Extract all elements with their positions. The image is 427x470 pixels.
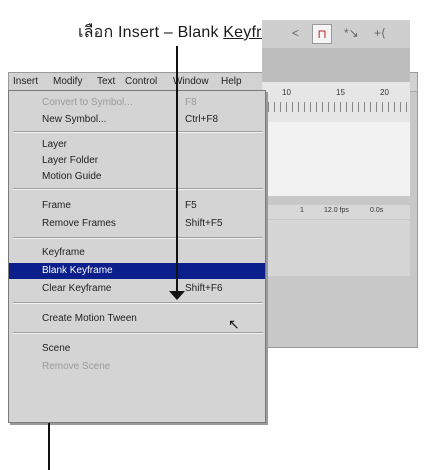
menu-control[interactable]: Control — [125, 76, 157, 87]
smooth-icon[interactable]: *↘ — [344, 26, 359, 40]
menu-insert[interactable]: Insert — [13, 76, 38, 87]
menu-item-label: Create Motion Tween — [42, 313, 137, 324]
callout-line — [176, 46, 178, 296]
ruler-number: 10 — [282, 88, 291, 97]
menu-modify[interactable]: Modify — [53, 76, 82, 87]
toolbar: < ⊓ *↘ +⟨ — [262, 20, 410, 48]
menu-text[interactable]: Text — [97, 76, 115, 87]
menu-separator — [13, 131, 263, 133]
menu-item-shortcut: F8 — [185, 97, 197, 108]
menu-item-label: Layer Folder — [42, 155, 99, 166]
menu-item-layer[interactable]: Layer — [9, 137, 265, 153]
menu-item-create-motion-tween[interactable]: Create Motion Tween — [9, 311, 265, 327]
menu-item-blank-keyframe[interactable]: Blank Keyframe — [9, 263, 265, 279]
menu-item-shortcut: F5 — [185, 200, 197, 211]
menu-item-motion-guide[interactable]: Motion Guide — [9, 169, 265, 185]
timeline-ruler: 10 15 20 — [262, 82, 410, 122]
menu-item-label: Blank Keyframe — [42, 265, 113, 276]
callout-arrowhead — [169, 291, 185, 300]
menu-item-clear-keyframe[interactable]: Clear Keyframe Shift+F6 — [9, 281, 265, 297]
snap-icon[interactable]: ⊓ — [312, 24, 332, 44]
ruler-number: 15 — [336, 88, 345, 97]
menu-item-frame[interactable]: Frame F5 — [9, 198, 265, 214]
menu-item-label: New Symbol... — [42, 114, 107, 125]
insert-menu-dropdown: Convert to Symbol... F8 New Symbol... Ct… — [8, 90, 266, 423]
menu-item-label: Clear Keyframe — [42, 283, 112, 294]
timeline-frames[interactable] — [262, 122, 410, 196]
menu-item-label: Motion Guide — [42, 171, 102, 182]
menu-item-convert-to-symbol: Convert to Symbol... F8 — [9, 95, 265, 111]
menu-item-label: Keyframe — [42, 247, 85, 258]
menu-item-scene[interactable]: Scene — [9, 341, 265, 357]
menu-window[interactable]: Window — [173, 76, 209, 87]
timeline-header — [262, 48, 410, 82]
menu-item-shortcut: Shift+F6 — [185, 283, 223, 294]
menu-item-label: Remove Frames — [42, 218, 116, 229]
menu-item-label: Layer — [42, 139, 68, 150]
timeline-status: 1 12.0 fps 0.0s — [262, 205, 410, 219]
menu-separator — [13, 188, 263, 190]
menu-item-label: Frame — [42, 200, 71, 211]
menu-item-keyframe[interactable]: Keyframe — [9, 245, 265, 261]
menu-separator — [13, 237, 263, 239]
stage-area — [262, 220, 410, 276]
frame-rate: 12.0 fps — [324, 207, 349, 214]
menu-item-layer-folder[interactable]: Layer Folder — [9, 153, 265, 169]
arrow-left-icon[interactable]: < — [292, 26, 299, 40]
straighten-icon[interactable]: +⟨ — [374, 26, 386, 40]
menu-item-label: Convert to Symbol... — [42, 97, 133, 108]
menu-item-new-symbol[interactable]: New Symbol... Ctrl+F8 — [9, 112, 265, 128]
ruler-number: 20 — [380, 88, 389, 97]
current-frame: 1 — [300, 207, 304, 214]
menu-item-remove-scene: Remove Scene — [9, 359, 265, 375]
caption-text: เลือก Insert – Blank — [78, 24, 224, 41]
callout-line-lower — [48, 423, 50, 470]
frame-ticks[interactable] — [262, 102, 410, 112]
menu-item-label: Remove Scene — [42, 361, 111, 372]
menu-item-shortcut: Shift+F5 — [185, 218, 223, 229]
elapsed-time: 0.0s — [370, 207, 384, 214]
mouse-cursor-icon: ↖ — [228, 316, 240, 332]
menu-item-shortcut: Ctrl+F8 — [185, 114, 219, 125]
menu-help[interactable]: Help — [221, 76, 242, 87]
menu-separator — [13, 332, 263, 334]
menu-item-label: Scene — [42, 343, 71, 354]
menu-item-remove-frames[interactable]: Remove Frames Shift+F5 — [9, 216, 265, 232]
menu-separator — [13, 302, 263, 304]
